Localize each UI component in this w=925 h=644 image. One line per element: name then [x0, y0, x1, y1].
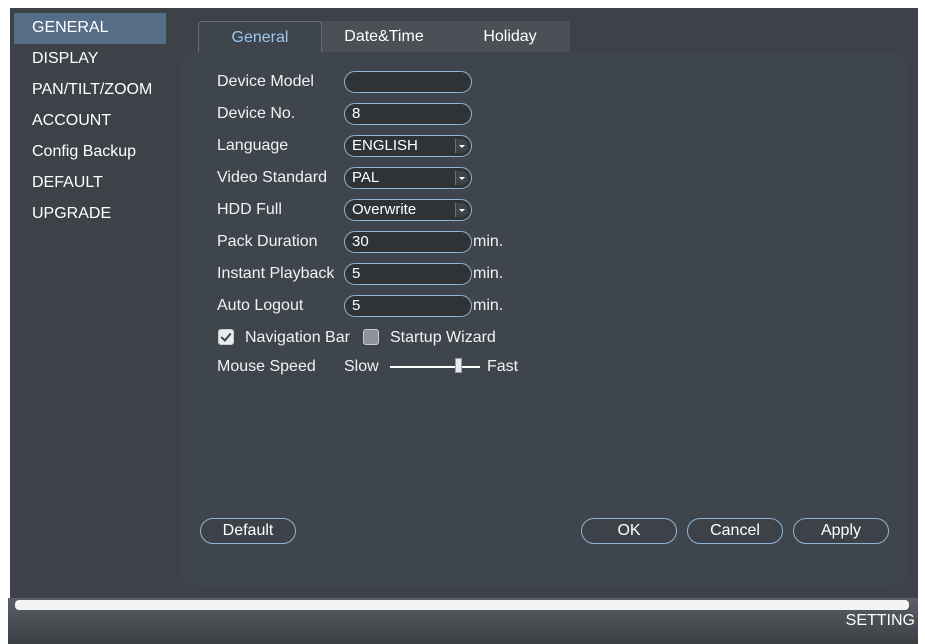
device-no-label: Device No.: [217, 105, 296, 122]
pack-duration-field[interactable]: 30: [344, 231, 472, 253]
instant-playback-unit: min.: [473, 265, 504, 282]
sidebar-item-upgrade[interactable]: UPGRADE: [14, 199, 166, 230]
video-standard-value: PAL: [352, 169, 380, 186]
language-label: Language: [217, 137, 289, 154]
device-model-field[interactable]: [344, 71, 472, 93]
chevron-down-icon[interactable]: [455, 139, 468, 153]
language-select[interactable]: ENGLISH: [344, 135, 472, 157]
mouse-speed-fast-label: Fast: [487, 358, 519, 375]
mouse-speed-slider-handle[interactable]: [455, 358, 462, 373]
tab-date-time[interactable]: Date&Time: [318, 21, 450, 52]
bottom-highlight-strip: [15, 600, 909, 610]
startup-wizard-label: Startup Wizard: [390, 329, 496, 346]
sidebar-menu: GENERAL DISPLAY PAN/TILT/ZOOM ACCOUNT Co…: [14, 13, 166, 230]
setting-footer-label: SETTING: [845, 612, 915, 629]
pack-duration-unit: min.: [473, 233, 504, 250]
hdd-full-label: HDD Full: [217, 201, 282, 218]
pack-duration-label: Pack Duration: [217, 233, 318, 250]
hdd-full-select[interactable]: Overwrite: [344, 199, 472, 221]
sidebar-item-config-backup[interactable]: Config Backup: [14, 137, 166, 168]
device-model-label: Device Model: [217, 73, 314, 90]
options-row: Navigation Bar Startup Wizard: [217, 327, 517, 353]
mouse-speed-row: Mouse Speed Slow Fast: [217, 356, 537, 382]
video-standard-select[interactable]: PAL: [344, 167, 472, 189]
mouse-speed-slider-track[interactable]: [390, 366, 480, 368]
sidebar-item-general[interactable]: GENERAL: [14, 13, 166, 44]
general-settings-panel: [181, 52, 907, 586]
video-standard-label: Video Standard: [217, 169, 328, 186]
auto-logout-label: Auto Logout: [217, 297, 304, 314]
apply-button[interactable]: Apply: [793, 518, 889, 544]
ok-button[interactable]: OK: [581, 518, 677, 544]
mouse-speed-label: Mouse Speed: [217, 358, 316, 375]
sidebar-item-display[interactable]: DISPLAY: [14, 44, 166, 75]
chevron-down-icon[interactable]: [455, 203, 468, 217]
default-button[interactable]: Default: [200, 518, 296, 544]
startup-wizard-checkbox[interactable]: [363, 329, 379, 345]
device-no-field[interactable]: 8: [344, 103, 472, 125]
auto-logout-unit: min.: [473, 297, 504, 314]
navigation-bar-checkbox[interactable]: [218, 329, 234, 345]
tab-general[interactable]: General: [198, 21, 322, 53]
tab-holiday[interactable]: Holiday: [450, 21, 570, 52]
sidebar-item-pan-tilt-zoom[interactable]: PAN/TILT/ZOOM: [14, 75, 166, 106]
auto-logout-field[interactable]: 5: [344, 295, 472, 317]
navigation-bar-label: Navigation Bar: [245, 329, 350, 346]
mouse-speed-slow-label: Slow: [344, 358, 379, 375]
sidebar-item-default[interactable]: DEFAULT: [14, 168, 166, 199]
language-value: ENGLISH: [352, 137, 418, 154]
chevron-down-icon[interactable]: [455, 171, 468, 185]
sidebar-item-account[interactable]: ACCOUNT: [14, 106, 166, 137]
instant-playback-field[interactable]: 5: [344, 263, 472, 285]
instant-playback-label: Instant Playback: [217, 265, 335, 282]
cancel-button[interactable]: Cancel: [687, 518, 783, 544]
hdd-full-value: Overwrite: [352, 201, 417, 218]
